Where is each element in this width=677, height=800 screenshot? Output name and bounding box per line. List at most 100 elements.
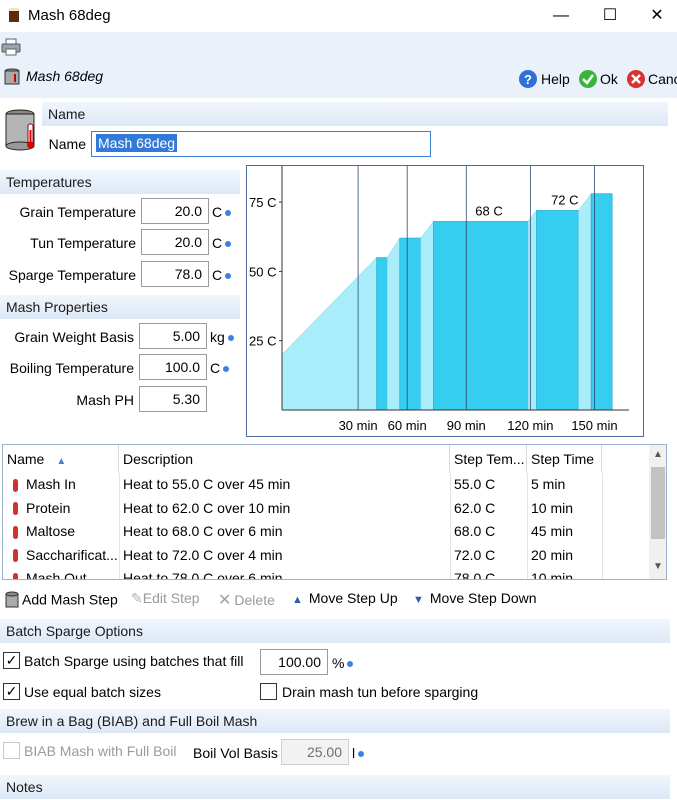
cell-text: 10 min [531,570,574,580]
table-row[interactable]: Mash Out Heat to 78.0 C over 6 min 78.0 C 1… [3,567,649,580]
grain-temperature-label: Grain Temperature [19,204,136,220]
cell-time: 10 min [527,567,602,580]
thermometer-icon [13,502,18,516]
maximize-button[interactable]: ☐ [587,0,633,32]
name-input[interactable]: Mash 68deg [91,131,431,157]
cell-text: 20 min [531,546,574,563]
scroll-down-arrow-icon[interactable]: ▼ [649,561,666,572]
table-row[interactable]: Maltose Heat to 68.0 C over 6 min 68.0 C 45… [3,520,649,543]
cell-text: 55.0 C [454,476,496,492]
unit-dot-icon[interactable] [227,335,234,342]
cell-text: Mash In [26,476,76,492]
grain-weight-label: Grain Weight Basis [14,329,134,345]
move-step-down-label: Move Step Down [429,590,537,606]
thermometer-icon [13,549,18,563]
hold-step-bar [399,237,422,411]
thermometer-icon [13,572,18,579]
cell-desc: Heat to 68.0 C over 6 min [119,520,450,543]
unit-dot-icon[interactable] [225,241,232,248]
y-tick-label: 75 C [249,195,276,210]
boiling-temperature-label: Boiling Temperature [9,360,134,376]
boiling-temperature-input[interactable]: 100.0 [139,354,207,380]
mash-profile-chart-svg: 25 C 50 C 75 C 30 min 60 min 90 min 120 min 150… [249,166,629,433]
column-header-name[interactable]: Name ▲ [3,445,119,473]
unit-dot-icon[interactable] [358,751,365,758]
grain-weight-input[interactable]: 5.00 [139,323,207,349]
cell-desc: Heat to 78.0 C over 6 min [119,567,450,579]
cell-temp: 55.0 C [450,473,527,496]
table-row[interactable]: Mash In Heat to 55.0 C over 45 min 55.0 C 5… [3,473,649,496]
column-header-description[interactable]: Description [119,445,450,473]
cell-temp: 68.0 C [450,520,527,543]
batch-sparge-section-header: Batch Sparge Options [0,619,670,643]
cell-text: Heat to 55.0 C over 45 min [123,476,291,492]
table-vertical-scrollbar[interactable]: ▲ ▼ [649,445,666,579]
help-button[interactable]: Help [541,71,570,87]
cell-text: 62.0 C [454,499,496,516]
edit-step-button[interactable]: ✎Edit Step [131,590,200,607]
cell-temp: 62.0 C [450,497,527,520]
beer-glass-icon [9,8,19,22]
hold-step-bar [376,257,388,411]
ok-check-icon[interactable] [578,69,598,89]
boil-vol-basis-label: Boil Vol Basis [193,745,278,761]
cell-text: 10 min [531,499,574,516]
cancel-icon[interactable] [626,69,646,89]
mash-tun-large-icon [5,109,35,151]
column-header-step-time[interactable]: Step Time [527,445,602,473]
drain-mash-tun-checkbox[interactable] [260,683,277,700]
scroll-up-arrow-icon[interactable]: ▲ [649,449,666,460]
mash-properties-section-header: Mash Properties [0,295,240,319]
mash-profile-chart: 25 C 50 C 75 C 30 min 60 min 90 min 120 min 150… [246,165,644,437]
unit-dot-icon[interactable] [347,661,354,668]
drain-mash-tun-label: Drain mash tun before sparging [282,684,479,700]
unit-dot-icon[interactable] [223,366,230,373]
tun-temperature-input[interactable]: 20.0 [141,229,209,255]
close-button[interactable]: ✕ [634,0,677,32]
unit-dot-icon[interactable] [225,273,232,280]
grain-temperature-input[interactable]: 20.0 [141,198,209,224]
cell-time: 20 min [527,544,602,567]
table-row[interactable]: Saccharificat... Heat to 72.0 C over 4 mi… [3,544,649,567]
minimize-button[interactable]: — [538,0,584,32]
cell-text: Maltose [26,523,76,539]
thermometer-icon [13,525,18,539]
move-step-down-button[interactable]: ▼ Move Step Down [413,590,537,606]
tun-temperature-unit: C [212,235,232,251]
delete-button[interactable]: ✕ Delete [218,590,275,610]
column-header-step-temp[interactable]: Step Tem... [450,445,527,473]
mash-ph-input[interactable]: 5.30 [139,386,207,412]
sort-ascending-icon: ▲ [56,456,67,467]
scrollbar-thumb[interactable] [651,467,665,539]
ramp-segment [281,256,377,411]
unit-dot-icon[interactable] [225,210,232,217]
print-icon[interactable] [1,38,21,56]
sparge-temperature-input[interactable]: 78.0 [141,261,209,287]
biab-checkbox[interactable] [3,742,20,759]
cell-text: Heat to 72.0 C over 4 min [123,546,283,563]
equal-batch-checkbox[interactable]: ✓ [3,683,20,700]
mash-ph-label: Mash PH [76,392,134,408]
move-step-up-button[interactable]: ▲ Move Step Up [292,590,398,606]
x-tick-label: 150 min [571,418,617,433]
hold-step-bar [433,221,529,411]
add-mash-step-button[interactable]: Add Mash Step [4,590,118,612]
svg-text:?: ? [524,72,532,87]
cell-text: Protein [26,499,71,516]
cancel-button[interactable]: Cancel [648,71,677,87]
cell-name: Mash In [3,473,119,496]
boil-vol-basis-input[interactable]: 25.00 [281,739,349,765]
batch-fill-input[interactable]: 100.00 [260,649,328,675]
boiling-temperature-unit: C [210,360,230,376]
help-icon[interactable]: ? [518,69,538,89]
cell-text: 45 min [531,523,574,539]
table-row[interactable]: Protein Heat to 62.0 C over 10 min 62.0 C 1… [3,497,649,520]
mash-title: Mash 68deg [26,68,104,84]
batch-sparge-checkbox[interactable]: ✓ [3,652,20,669]
ok-button[interactable]: Ok [600,71,618,87]
cell-text: 5 min [531,476,566,492]
mash-steps-table[interactable]: Name ▲ Description Step Tem... Step Time … [2,444,667,580]
y-tick-label: 50 C [249,264,276,279]
add-mash-step-label: Add Mash Step [22,591,118,608]
cell-name: Protein [3,497,119,520]
